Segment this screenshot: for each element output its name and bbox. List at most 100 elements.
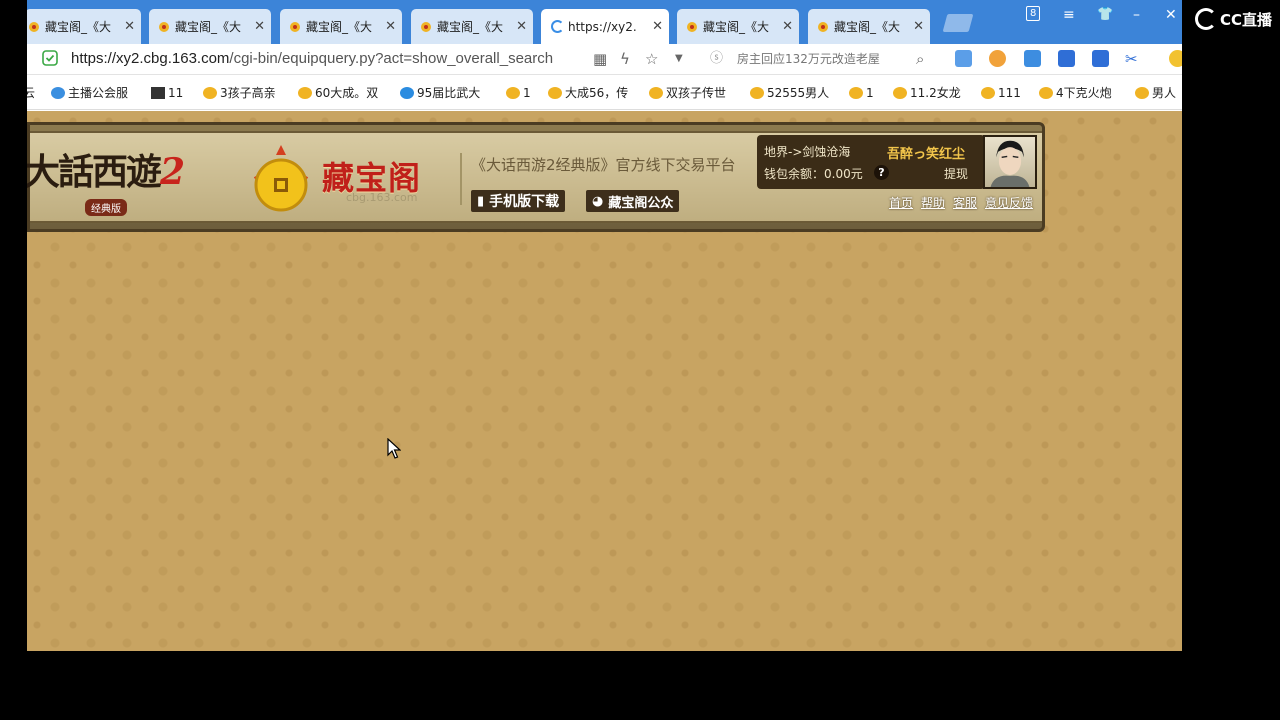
search-icon[interactable]: ⌕: [916, 49, 924, 69]
cbg-favicon-icon: [750, 87, 764, 99]
cc-logo-icon: [1195, 8, 1217, 30]
secure-shield-icon[interactable]: [42, 50, 58, 66]
cbg-favicon-icon: [506, 87, 520, 99]
extension-icon-3[interactable]: [1169, 50, 1182, 67]
tab-4[interactable]: 藏宝阁_《大 ✕: [411, 9, 533, 44]
nav-feedback-link[interactable]: 意见反馈: [985, 194, 1033, 211]
bookmark-item[interactable]: 52555男人: [750, 85, 829, 101]
menu-icon[interactable]: ≡: [1063, 7, 1075, 23]
word-icon[interactable]: [1058, 50, 1075, 67]
bookmark-item[interactable]: 大成56，传: [548, 85, 628, 101]
scissors-icon[interactable]: ✂: [1125, 49, 1138, 69]
bookmark-item[interactable]: 95届比武大: [400, 85, 480, 101]
search-input[interactable]: 房主回应132万元改造老屋: [737, 49, 880, 69]
bookmark-item[interactable]: 男人: [1135, 85, 1176, 101]
chevron-down-icon[interactable]: ▼: [675, 49, 683, 69]
bookmark-label: 男人: [1152, 86, 1177, 100]
cbg-favicon-icon: [290, 21, 300, 32]
wechat-account-button[interactable]: ◕ 藏宝阁公众: [586, 190, 680, 212]
tab-6[interactable]: 藏宝阁_《大 ✕: [677, 9, 799, 44]
phone-icon: ▮: [477, 193, 485, 209]
tab-close-icon[interactable]: ✕: [385, 19, 396, 34]
search-engine-icon[interactable]: ⓢ: [710, 49, 723, 69]
nav-service-link[interactable]: 客服: [953, 194, 977, 211]
bookmark-item[interactable]: 1: [849, 85, 874, 101]
cbg-favicon-icon: [29, 21, 39, 32]
nav-help-link[interactable]: 帮助: [921, 194, 945, 211]
lightning-icon[interactable]: ϟ: [620, 49, 630, 69]
cbg-favicon-icon: [159, 21, 169, 32]
bookmarks-bar: 云 主播公会服 11 3孩子高亲 60大成。双 95届比武大 1 大成56，传 …: [27, 76, 1182, 110]
skin-icon[interactable]: 👕: [1097, 7, 1113, 23]
help-icon[interactable]: ?: [874, 165, 889, 180]
bookmark-item[interactable]: 111: [981, 85, 1021, 101]
bookmark-item[interactable]: 4下克火炮: [1039, 85, 1112, 101]
cbg-favicon-icon: [849, 87, 863, 99]
bookmark-label: 3孩子高亲: [220, 86, 276, 100]
bookmark-label: 1: [866, 86, 874, 100]
mobile-download-button[interactable]: ▮ 手机版下载: [471, 190, 566, 212]
new-tab-button[interactable]: [942, 14, 974, 32]
avatar[interactable]: [983, 135, 1037, 189]
tab-title: https://xy2.: [568, 19, 637, 34]
tab-close-icon[interactable]: ✕: [254, 19, 265, 34]
wechat-label: 藏宝阁公众: [608, 195, 674, 211]
tab-close-icon[interactable]: ✕: [516, 19, 527, 34]
tab-2[interactable]: 藏宝阁_《大 ✕: [149, 9, 271, 44]
notes-icon[interactable]: [1092, 50, 1109, 67]
cbg-favicon-icon: [548, 87, 562, 99]
minimize-button[interactable]: –: [1133, 7, 1140, 23]
bookmark-favicon-icon: [151, 87, 165, 99]
tab-3[interactable]: 藏宝阁_《大 ✕: [280, 9, 402, 44]
tab-7[interactable]: 藏宝阁_《大 ✕: [808, 9, 930, 44]
bookmark-label: 双孩子传世: [666, 86, 727, 100]
wallet-balance: 钱包余额：0.00元: [764, 167, 863, 181]
tab-1[interactable]: 藏宝阁_《大 ✕: [27, 9, 141, 44]
bookmark-label: 60大成。双: [315, 86, 379, 100]
game-logo-number: 2: [160, 151, 185, 193]
bookmark-item[interactable]: 主播公会服: [51, 85, 128, 101]
platform-slogan: 《大话西游2经典版》官方线下交易平台: [471, 156, 736, 174]
tab-close-icon[interactable]: ✕: [124, 19, 135, 34]
username[interactable]: 吾醉っ笑红尘: [887, 143, 965, 162]
browser-window: 藏宝阁_《大 ✕ 藏宝阁_《大 ✕ 藏宝阁_《大 ✕ 藏宝阁_《大 ✕ http…: [27, 0, 1182, 651]
translate-icon[interactable]: [1024, 50, 1041, 67]
tab-5-active[interactable]: https://xy2. ✕: [541, 9, 669, 44]
extension-icon-2[interactable]: [989, 50, 1006, 67]
withdraw-link[interactable]: 提现: [944, 165, 968, 182]
bookmark-item[interactable]: 60大成。双: [298, 85, 378, 101]
bookmark-item[interactable]: 1: [506, 85, 531, 101]
extension-icon-1[interactable]: [955, 50, 972, 67]
tab-close-icon[interactable]: ✕: [913, 19, 924, 34]
bookmark-label: 大成56，传: [565, 86, 629, 100]
bookmark-label: 111: [998, 86, 1021, 100]
bookmark-favicon-icon: [51, 87, 65, 99]
bookmark-item[interactable]: 双孩子传世: [649, 85, 726, 101]
cc-logo-text: CC直播: [1220, 10, 1273, 29]
cbg-favicon-icon: [818, 21, 828, 32]
tab-close-icon[interactable]: ✕: [652, 19, 663, 34]
bookmark-item[interactable]: 11.2女龙: [893, 85, 961, 101]
bookmark-item[interactable]: 3孩子高亲: [203, 85, 276, 101]
tab-close-icon[interactable]: ✕: [782, 19, 793, 34]
bookmark-label: 4下克火炮: [1056, 86, 1112, 100]
url-input[interactable]: https://xy2.cbg.163.com/cgi-bin/equipque…: [71, 47, 587, 71]
cbg-favicon-icon: [687, 21, 697, 32]
bookmark-partial[interactable]: 云: [27, 85, 35, 101]
cbg-favicon-icon: [1135, 87, 1149, 99]
url-host: https://xy2.cbg.163.com: [71, 50, 230, 67]
bookmark-label: 52555男人: [767, 86, 830, 100]
nav-home-link[interactable]: 首页: [889, 194, 913, 211]
game-logo[interactable]: 大話西遊2: [27, 143, 185, 195]
qr-code-icon[interactable]: ▦: [593, 49, 607, 69]
banner-inner: 大話西遊2 经典版 藏宝阁 cbg.163.com 《大话西游2经典版》官方线下…: [27, 131, 1042, 223]
tab-count-badge[interactable]: 8: [1026, 6, 1041, 21]
loading-spinner-icon: [551, 20, 564, 33]
cbg-favicon-icon: [649, 87, 663, 99]
star-bookmark-icon[interactable]: ☆: [645, 49, 658, 69]
site-domain: cbg.163.com: [346, 191, 418, 204]
bookmark-item[interactable]: 11: [151, 85, 183, 101]
close-window-button[interactable]: ✕: [1165, 7, 1177, 23]
page-content: 大話西遊2 经典版 藏宝阁 cbg.163.com 《大话西游2经典版》官方线下…: [27, 111, 1182, 651]
mouse-cursor-icon: [387, 438, 401, 459]
